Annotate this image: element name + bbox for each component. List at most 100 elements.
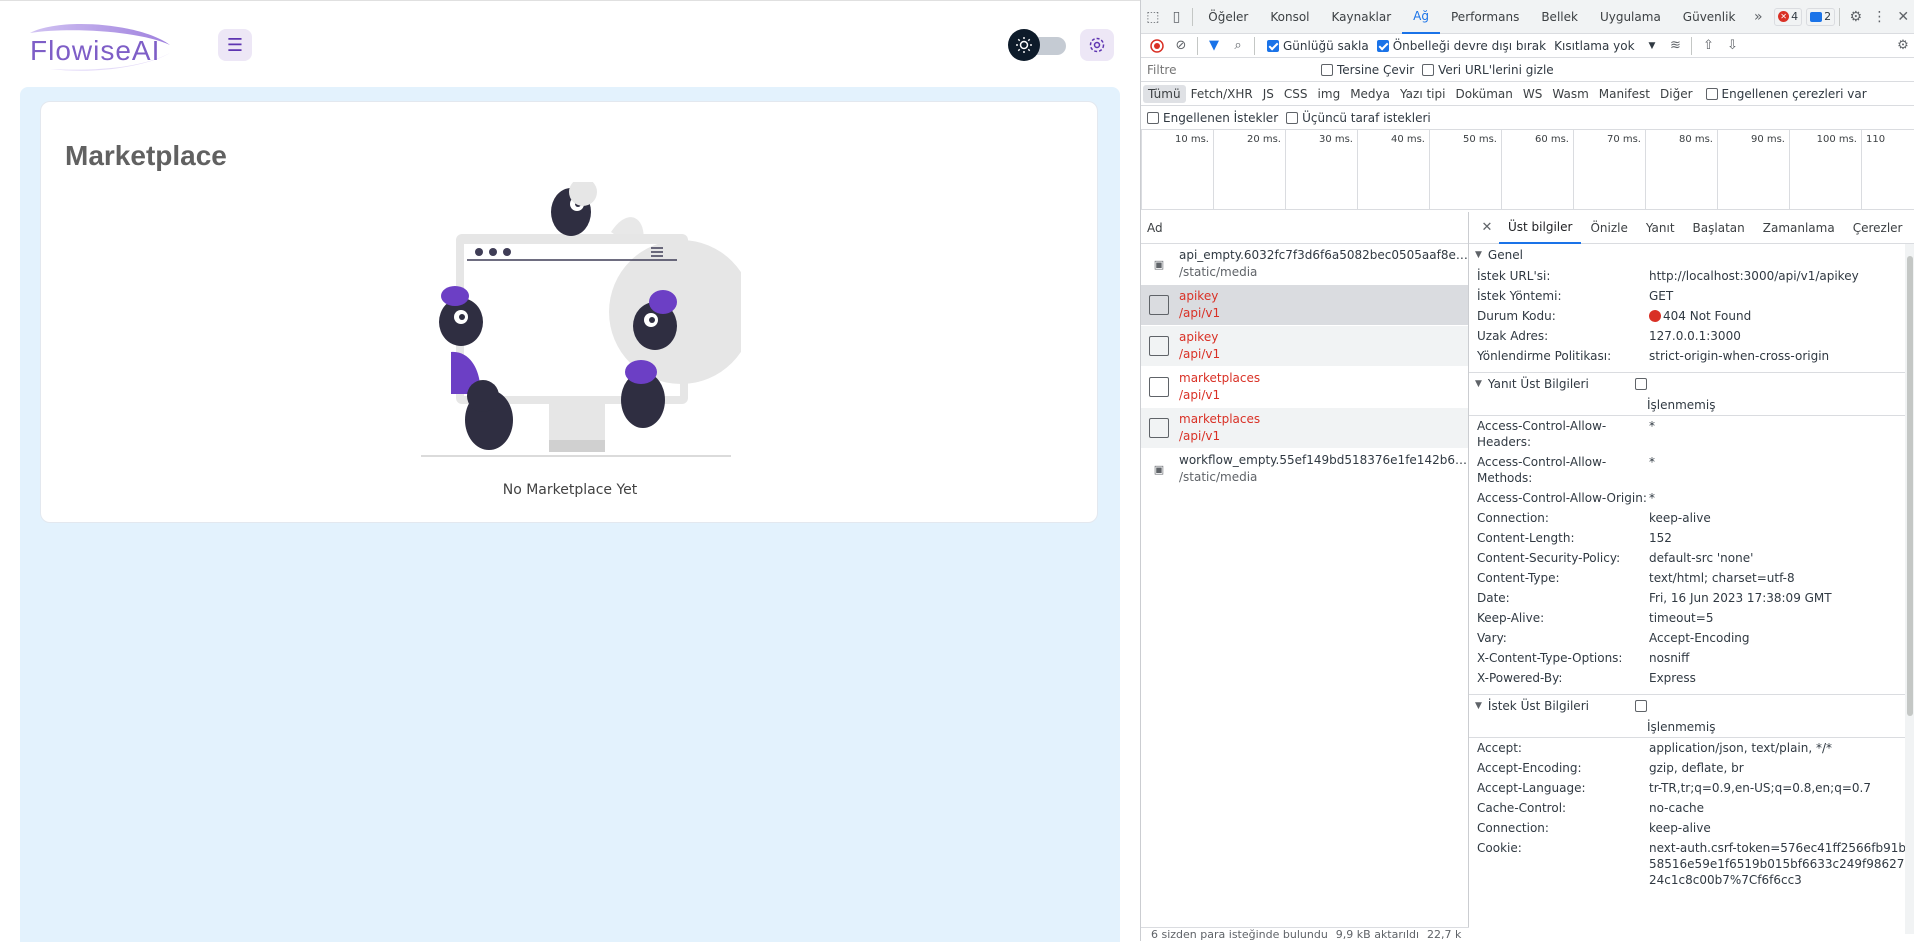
gear-icon[interactable]: ⚙ — [1844, 0, 1868, 34]
tab-memory[interactable]: Bellek — [1530, 0, 1589, 34]
type-media[interactable]: Medya — [1345, 85, 1395, 103]
blocked-requests-checkbox[interactable]: Engellenen İstekler — [1147, 111, 1278, 125]
checkbox-checked — [1376, 39, 1389, 52]
request-row[interactable]: apikey/api/v1 — [1141, 285, 1468, 326]
type-doc[interactable]: Doküman — [1450, 85, 1517, 103]
error-badge[interactable]: ✕ 4 — [1774, 7, 1803, 26]
svg-file-icon: ▣ — [1153, 257, 1165, 271]
tab-performance[interactable]: Performans — [1440, 0, 1530, 34]
raw-checkbox[interactable] — [1634, 377, 1647, 390]
type-font[interactable]: Yazı tipi — [1395, 85, 1450, 103]
close-icon[interactable]: ✕ — [1891, 0, 1914, 34]
tab-headers[interactable]: Üst bilgiler — [1499, 212, 1582, 244]
devtools-panel: ⬚ ▯ Öğeler Konsol Kaynaklar Ağ Performan… — [1140, 0, 1914, 941]
kebab-menu-icon[interactable]: ⋮ — [1868, 0, 1892, 34]
timeline-tick: 100 ms. — [1789, 130, 1861, 210]
type-js[interactable]: JS — [1258, 85, 1279, 103]
theme-toggle[interactable] — [1008, 29, 1066, 61]
request-row[interactable]: ▣ workflow_empty.55ef149bd518376e1fe142b… — [1141, 449, 1468, 490]
logo-text: FlowiseAI — [30, 35, 161, 66]
hide-data-urls-checkbox[interactable]: Veri URL'lerini gizle — [1422, 63, 1554, 77]
response-headers-section-header[interactable]: ▼ Yanıt Üst Bilgileri — [1469, 372, 1914, 394]
raw-checkbox[interactable] — [1634, 699, 1647, 712]
header-row: Content-Length: 152 — [1477, 531, 1672, 545]
throttle-select[interactable]: Kısıtlama yok ▼ — [1554, 39, 1655, 53]
tab-initiator[interactable]: Başlatan — [1684, 212, 1754, 244]
filter-bar: Tersine Çevir Veri URL'lerini gizle — [1141, 58, 1914, 82]
type-all[interactable]: Tümü — [1143, 84, 1186, 103]
type-img[interactable]: img — [1313, 85, 1346, 103]
tab-security[interactable]: Güvenlik — [1672, 0, 1747, 34]
timeline-tick: 60 ms. — [1501, 130, 1573, 210]
details-scrollbar[interactable] — [1905, 244, 1914, 934]
section-title: İstek Üst Bilgileri — [1487, 698, 1589, 713]
close-details-icon[interactable]: ✕ — [1475, 216, 1499, 240]
search-icon[interactable]: ⌕ — [1226, 34, 1250, 58]
scrollbar-thumb[interactable] — [1907, 256, 1913, 716]
type-css[interactable]: CSS — [1279, 85, 1313, 103]
invert-checkbox[interactable]: Tersine Çevir — [1321, 63, 1414, 77]
general-section-header[interactable]: ▼ Genel — [1469, 244, 1914, 266]
filter-input[interactable] — [1147, 60, 1313, 79]
divider — [1197, 36, 1198, 55]
type-manifest[interactable]: Manifest — [1594, 85, 1655, 103]
third-party-checkbox[interactable]: Üçüncü taraf istekleri — [1286, 111, 1431, 125]
gear-icon — [1089, 37, 1105, 53]
column-header-name[interactable]: Ad — [1141, 212, 1468, 244]
clear-icon[interactable]: ⊘ — [1169, 34, 1193, 58]
tab-response[interactable]: Yanıt — [1637, 212, 1684, 244]
preserve-log-checkbox[interactable]: Günlüğü sakla — [1267, 39, 1369, 53]
header-row: Access-Control-Allow-Methods: * — [1477, 455, 1655, 485]
tab-sources[interactable]: Kaynaklar — [1321, 0, 1403, 34]
request-headers-section-header[interactable]: ▼ İstek Üst Bilgileri — [1469, 694, 1914, 716]
more-tabs-icon[interactable]: » — [1746, 0, 1770, 34]
type-wasm[interactable]: Wasm — [1547, 85, 1593, 103]
timeline-tick: 90 ms. — [1717, 130, 1789, 210]
devtools-tabs: ⬚ ▯ Öğeler Konsol Kaynaklar Ağ Performan… — [1141, 0, 1914, 34]
type-other[interactable]: Diğer — [1655, 85, 1698, 103]
download-icon[interactable]: ⇩ — [1720, 34, 1744, 58]
header-row: Access-Control-Allow-Headers: * — [1477, 419, 1655, 449]
network-settings-gear-icon[interactable]: ⚙ — [1891, 34, 1914, 58]
tab-preview[interactable]: Önizle — [1581, 212, 1636, 244]
tab-application[interactable]: Uygulama — [1589, 0, 1672, 34]
record-stop-icon[interactable] — [1145, 34, 1169, 58]
message-badge[interactable]: 2 — [1806, 7, 1836, 26]
page-title: Marketplace — [65, 140, 227, 171]
section-title: Yanıt Üst Bilgileri — [1487, 376, 1589, 391]
inspect-element-icon[interactable]: ⬚ — [1141, 0, 1165, 34]
tab-cookies[interactable]: Çerezler — [1844, 212, 1912, 244]
timeline-tick: 70 ms. — [1573, 130, 1645, 210]
request-name: marketplaces — [1179, 371, 1261, 385]
type-fetch-xhr[interactable]: Fetch/XHR — [1186, 85, 1258, 103]
svg-file-icon: ▣ — [1153, 462, 1165, 476]
tab-elements[interactable]: Öğeler — [1197, 0, 1259, 34]
request-row[interactable]: marketplaces/api/v1 — [1141, 367, 1468, 408]
header-row: Access-Control-Allow-Origin: * — [1477, 491, 1655, 505]
type-ws[interactable]: WS — [1518, 85, 1547, 103]
disable-cache-checkbox[interactable]: Önbelleği devre dışı bırak — [1376, 39, 1546, 53]
menu-button[interactable]: ☰ — [218, 29, 252, 61]
settings-button[interactable] — [1080, 29, 1114, 61]
request-name: apikey — [1179, 289, 1219, 303]
tab-console[interactable]: Konsol — [1259, 0, 1320, 34]
checkbox-unchecked — [1321, 63, 1333, 76]
request-row[interactable]: apikey/api/v1 — [1141, 326, 1468, 367]
empty-marketplace-illustration — [421, 182, 741, 457]
tab-network[interactable]: Ağ — [1402, 0, 1440, 34]
blocked-requests-label: Engellenen İstekler — [1163, 110, 1279, 125]
request-row[interactable]: ▣ api_empty.6032fc7f3d6f6a5082bec0505aaf… — [1141, 244, 1468, 285]
triangle-down-icon: ▼ — [1475, 250, 1482, 260]
caret-down-icon: ▼ — [1648, 40, 1656, 51]
blocked-cookies-checkbox[interactable]: Engellenen çerezleri var — [1705, 87, 1867, 101]
request-row[interactable]: marketplaces/api/v1 — [1141, 408, 1468, 449]
filter-icon[interactable]: ▼ — [1202, 34, 1226, 58]
resource-type-filters: Tümü Fetch/XHR JS CSS img Medya Yazı tip… — [1141, 82, 1914, 106]
upload-icon[interactable]: ⇧ — [1696, 34, 1720, 58]
tab-timing[interactable]: Zamanlama — [1754, 212, 1844, 244]
wifi-icon[interactable]: ≋ — [1663, 34, 1687, 58]
transferred-size: 9,9 kB aktarıldı — [1335, 928, 1420, 941]
network-timeline[interactable]: 10 ms. 20 ms. 30 ms. 40 ms. 50 ms. 60 ms… — [1141, 130, 1914, 210]
flowise-logo[interactable]: FlowiseAI — [20, 19, 180, 73]
device-toolbar-icon[interactable]: ▯ — [1165, 0, 1189, 34]
